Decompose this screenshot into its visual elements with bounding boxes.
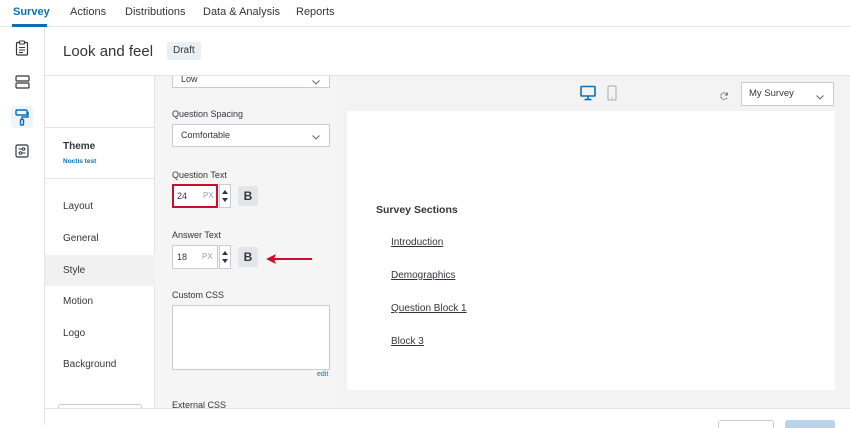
secondary-button[interactable] [718,420,774,428]
question-text-bold-button[interactable]: B [238,186,258,206]
question-spacing-label: Question Spacing [172,109,244,119]
tab-reports[interactable]: Reports [296,6,335,18]
top-select[interactable]: Low [172,76,330,88]
answer-text-label: Answer Text [172,230,221,240]
custom-css-textarea[interactable] [172,305,330,370]
unit-label: PX [203,191,214,200]
preview-area: My Survey Survey Sections Introduction D… [336,76,850,408]
answer-text-size-input[interactable]: 18 PX [172,245,218,269]
answer-text-bold-button[interactable]: B [238,247,258,267]
question-text-size-value: 24 [177,191,188,201]
refresh-icon[interactable] [719,88,729,106]
top-nav: Survey Actions Distributions Data & Anal… [0,0,850,27]
tab-actions[interactable]: Actions [70,6,106,18]
question-spacing-value: Comfortable [181,130,231,140]
chevron-down-icon [311,129,321,150]
tab-data-analysis[interactable]: Data & Analysis [203,6,280,18]
desktop-view-icon[interactable] [580,85,596,106]
section-link-block-3[interactable]: Block 3 [391,336,424,347]
menu-item-logo[interactable]: Logo [45,318,155,349]
top-select-value: Low [181,76,198,84]
survey-preview-card: Survey Sections Introduction Demographic… [347,111,835,390]
menu-item-layout[interactable]: Layout [45,191,155,222]
custom-css-edit-link[interactable]: edit [317,371,328,378]
question-spacing-select[interactable]: Comfortable [172,124,330,147]
paint-roller-icon[interactable] [11,106,33,128]
stepper-down-icon[interactable] [222,198,228,202]
answer-text-size-value: 18 [177,252,188,262]
external-css-label: External CSS [172,400,227,408]
mobile-view-icon[interactable] [607,85,617,106]
menu-item-background[interactable]: Background [45,349,155,380]
theme-selector[interactable]: Theme Noctis test [45,127,155,179]
annotation-arrow-icon [266,254,312,264]
page-header: Look and feel Draft [45,27,850,76]
theme-label: Theme [63,141,96,152]
chevron-down-icon [311,76,321,98]
question-text-label: Question Text [172,170,227,180]
tab-survey[interactable]: Survey [13,6,50,18]
stepper-up-icon[interactable] [222,251,228,255]
unit-label: PX [202,252,213,261]
menu-item-motion[interactable]: Motion [45,286,155,317]
stepper-down-icon[interactable] [222,259,228,263]
footer-bar [45,408,850,428]
section-link-question-block-1[interactable]: Question Block 1 [391,303,467,314]
question-text-size-input[interactable]: 24 PX [172,184,218,208]
look-feel-menu: Theme Noctis test Layout General Style M… [45,76,155,410]
chevron-down-icon [815,89,825,111]
question-text-stepper[interactable] [219,184,231,208]
survey-select[interactable]: My Survey [741,82,834,106]
clipboard-icon[interactable] [11,37,33,59]
menu-item-style[interactable]: Style [45,255,155,286]
section-link-introduction[interactable]: Introduction [391,237,443,248]
page-title: Look and feel [63,43,154,60]
layout-blocks-icon[interactable] [11,71,33,93]
status-badge: Draft [167,42,201,60]
section-link-demographics[interactable]: Demographics [391,270,455,281]
sliders-icon[interactable] [11,140,33,162]
custom-css-label: Custom CSS [172,290,225,300]
stepper-up-icon[interactable] [222,190,228,194]
primary-button[interactable] [785,420,835,428]
theme-name[interactable]: Noctis test [63,158,96,165]
style-panel: Low Question Spacing Comfortable Questio… [155,76,336,408]
tab-distributions[interactable]: Distributions [125,6,186,18]
answer-text-stepper[interactable] [219,245,231,269]
menu-item-general[interactable]: General [45,223,155,254]
survey-select-value: My Survey [749,88,794,99]
left-rail [0,27,45,425]
survey-sections-heading: Survey Sections [376,204,458,216]
